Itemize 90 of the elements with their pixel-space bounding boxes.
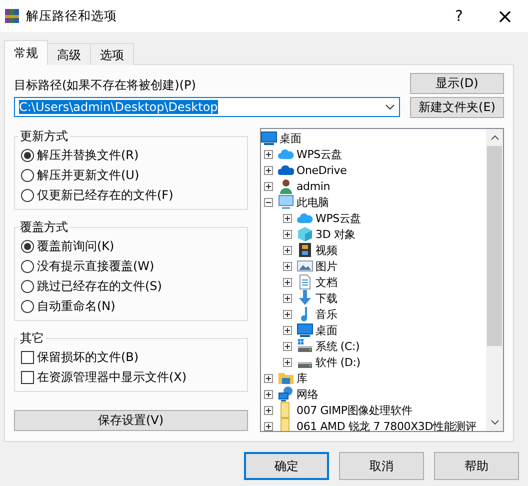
tree-item[interactable]: 桌面 xyxy=(316,322,338,338)
drive-icon xyxy=(298,362,312,368)
expand-icon[interactable] xyxy=(264,422,273,430)
expand-icon[interactable] xyxy=(282,214,292,222)
radio-button[interactable] xyxy=(21,300,34,312)
expand-icon[interactable] xyxy=(282,294,292,302)
scroll-down-icon[interactable] xyxy=(490,420,498,425)
group-title: 覆盖方式 xyxy=(19,219,69,236)
option-label[interactable]: 跳过已经存在的文件(S) xyxy=(37,278,162,294)
tree-item[interactable]: 文档 xyxy=(316,274,338,290)
expand-icon[interactable] xyxy=(282,230,292,238)
dialog-button[interactable]: 取消 xyxy=(339,452,424,480)
expand-icon[interactable] xyxy=(282,246,292,254)
drive-icon xyxy=(296,338,313,354)
tree-item[interactable]: 桌面 xyxy=(280,130,302,146)
option-label[interactable]: 在资源管理器中显示文件(X) xyxy=(37,368,187,386)
tree-item[interactable]: 软件 (D:) xyxy=(316,354,360,370)
cube-icon xyxy=(296,226,313,242)
expand-icon[interactable] xyxy=(264,374,273,382)
checkbox[interactable] xyxy=(21,370,34,384)
path-combo-box[interactable]: C:\Users\admin\Desktop\Desktop xyxy=(14,97,400,117)
option-label[interactable]: 自动重命名(N) xyxy=(37,298,116,314)
tab[interactable]: 高级 xyxy=(47,43,91,65)
tree-item[interactable]: 系统 (C:) xyxy=(316,338,360,354)
monitor-icon xyxy=(296,322,313,338)
group-title: 更新方式 xyxy=(19,128,69,145)
option-label[interactable]: 仅更新已经存在的文件(F) xyxy=(37,186,174,204)
image-icon xyxy=(296,258,313,274)
radio-button[interactable] xyxy=(21,280,34,292)
network-icon xyxy=(278,386,294,402)
close-button[interactable]: × xyxy=(482,4,528,28)
radio-button[interactable] xyxy=(21,168,34,182)
tree-item[interactable]: OneDrive xyxy=(296,164,347,176)
dialog-button[interactable]: 帮助 xyxy=(434,452,519,480)
path-label: 目标路径(如果不存在将被创建)(P) xyxy=(14,77,197,94)
dialog-button[interactable]: 确定 xyxy=(244,452,329,480)
action-button[interactable]: 新建文件夹(E) xyxy=(410,97,504,118)
scroll-up-icon[interactable] xyxy=(490,135,498,140)
option-label[interactable]: 解压并替换文件(R) xyxy=(37,146,139,164)
window-title: 解压路径和选项 xyxy=(26,8,118,24)
monitor-icon xyxy=(260,130,277,146)
expand-icon[interactable] xyxy=(282,342,292,350)
folder-icon xyxy=(278,370,294,386)
radio-button[interactable] xyxy=(21,260,34,272)
tree-item[interactable]: 库 xyxy=(296,370,308,386)
checkbox[interactable] xyxy=(21,350,34,364)
radio-button[interactable] xyxy=(21,188,34,202)
tree-item[interactable]: 下载 xyxy=(316,290,338,306)
tree-item[interactable]: 音乐 xyxy=(316,306,338,322)
dropdown-icon[interactable] xyxy=(385,104,395,110)
down-arrow-icon xyxy=(296,290,313,306)
group-title: 其它 xyxy=(19,330,45,347)
option-label[interactable]: 解压并更新文件(U) xyxy=(37,166,140,184)
tree-item[interactable]: 此电脑 xyxy=(296,194,329,210)
tab[interactable]: 常规 xyxy=(4,40,48,65)
radio-button[interactable] xyxy=(21,240,34,252)
film-icon xyxy=(296,242,313,258)
option-label[interactable]: 保留损坏的文件(B) xyxy=(37,348,139,366)
expand-icon[interactable] xyxy=(282,278,292,286)
expand-icon[interactable] xyxy=(282,262,292,270)
collapse-icon[interactable] xyxy=(264,198,273,206)
expand-icon[interactable] xyxy=(264,390,273,398)
tree-item[interactable]: 图片 xyxy=(316,258,338,274)
option-label[interactable]: 覆盖前询问(K) xyxy=(37,238,114,254)
tab[interactable]: 选项 xyxy=(90,43,134,65)
expand-icon[interactable] xyxy=(264,150,273,158)
expand-icon[interactable] xyxy=(264,182,273,190)
save-settings-button[interactable]: 保存设置(V) xyxy=(14,410,248,431)
radio-button[interactable] xyxy=(21,148,34,162)
scrollbar[interactable] xyxy=(486,129,503,431)
document-icon xyxy=(296,274,313,290)
tree-item[interactable]: 网络 xyxy=(296,386,318,402)
expand-icon[interactable] xyxy=(282,310,292,318)
expand-icon[interactable] xyxy=(264,166,273,174)
tree-item[interactable]: 3D 对象 xyxy=(316,226,356,242)
action-button[interactable]: 显示(D) xyxy=(410,73,504,94)
monitor-icon xyxy=(278,194,294,210)
help-button[interactable]: ? xyxy=(436,7,482,25)
option-label[interactable]: 没有提示直接覆盖(W) xyxy=(37,258,154,274)
tree-item[interactable]: 007 GIMP图像处理软件 xyxy=(296,402,412,418)
tree-item[interactable]: WPS云盘 xyxy=(296,146,342,162)
tree-item[interactable]: WPS云盘 xyxy=(316,210,362,226)
tree-item[interactable]: admin xyxy=(296,180,330,192)
expand-icon[interactable] xyxy=(264,406,273,414)
tree-item[interactable]: 视频 xyxy=(316,242,338,258)
user-icon xyxy=(278,178,294,194)
app-icon xyxy=(4,8,20,24)
expand-icon[interactable] xyxy=(282,326,292,334)
tree-item[interactable]: 061 AMD 锐龙 7 7800X3D性能测评 xyxy=(296,418,476,431)
expand-icon[interactable] xyxy=(282,358,292,366)
